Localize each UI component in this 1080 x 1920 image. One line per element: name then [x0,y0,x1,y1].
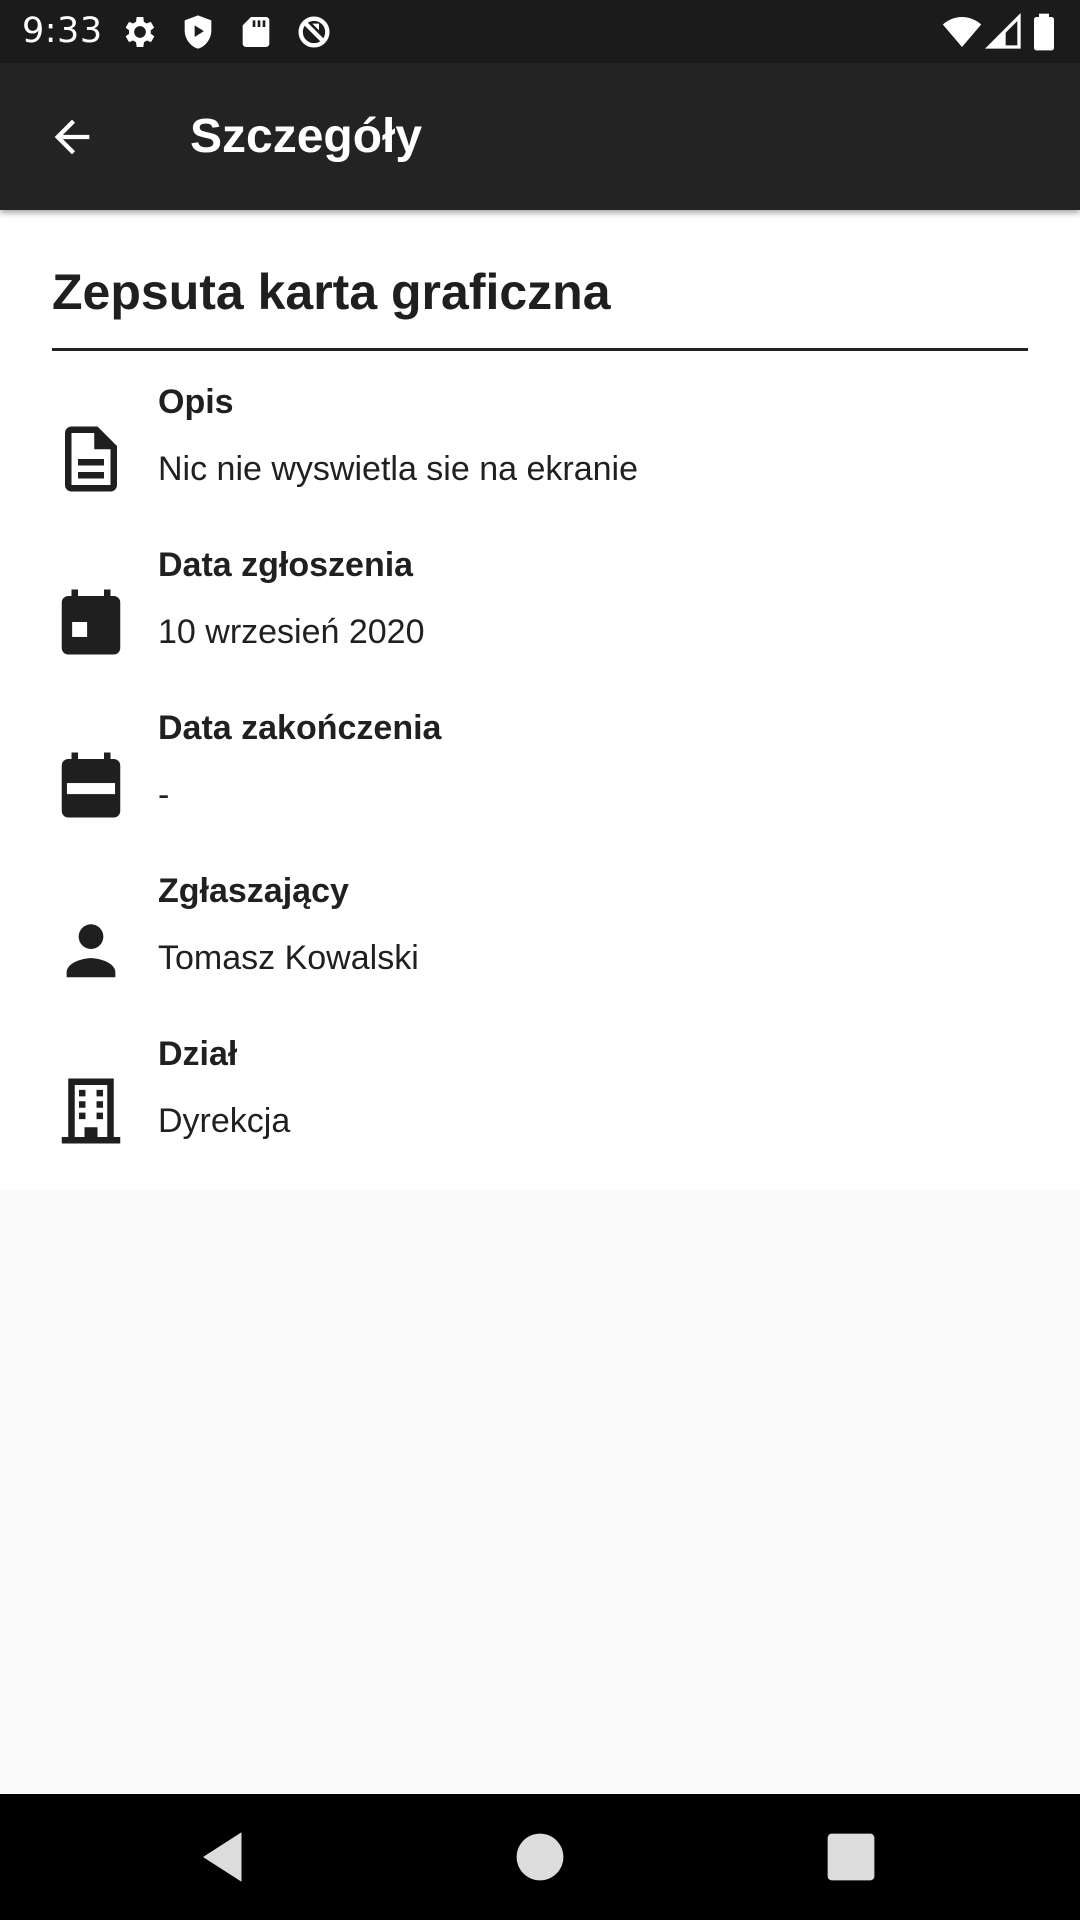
arrow-back-icon [54,119,90,155]
nav-recents-button[interactable] [818,1824,884,1890]
detail-value: Dyrekcja [158,1102,291,1140]
detail-value: 10 wrzesień 2020 [158,613,425,651]
detail-row-report-date: Data zgłoszenia 10 wrzesień 2020 [0,543,1080,693]
wifi-icon [942,12,982,52]
building-icon [52,1072,130,1150]
title-divider [52,348,1028,351]
recents-square-icon [827,1833,875,1881]
person-icon [52,909,130,987]
calendar-event-icon [52,583,130,661]
app-bar: Szczegóły [0,63,1080,210]
detail-row-end-date: Data zakończenia - [0,706,1080,856]
detail-label: Data zgłoszenia [158,546,414,584]
ticket-details-card: Zepsuta karta graficzna Opis Nic nie wys… [0,210,1080,1190]
detail-label: Dział [158,1035,238,1073]
document-icon [52,420,130,498]
detail-value: Tomasz Kowalski [158,939,419,977]
gear-icon [120,12,160,52]
battery-icon [1028,12,1060,52]
back-button[interactable] [34,99,110,175]
back-triangle-icon [203,1832,242,1882]
page-title: Szczegóły [190,110,423,163]
home-circle-icon [516,1833,564,1881]
status-bar: 9:33 [0,0,1080,63]
cellular-signal-icon [984,12,1024,52]
detail-value: - [158,776,170,814]
detail-label: Data zakończenia [158,709,442,747]
sd-card-icon [236,12,276,52]
detail-label: Opis [158,383,234,421]
nav-home-button[interactable] [507,1824,573,1890]
no-sync-icon [294,12,334,52]
shield-play-icon [178,12,218,52]
status-time: 9:33 [22,11,103,51]
system-navigation-bar [0,1794,1080,1920]
detail-row-reporter: Zgłaszający Tomasz Kowalski [0,869,1080,1019]
detail-row-description: Opis Nic nie wyswietla sie na ekranie [0,380,1080,530]
detail-row-department: Dział Dyrekcja [0,1032,1080,1182]
detail-label: Zgłaszający [158,872,349,910]
calendar-range-icon [52,746,130,824]
nav-back-button[interactable] [192,1824,258,1890]
detail-value: Nic nie wyswietla sie na ekranie [158,450,638,488]
ticket-title: Zepsuta karta graficzna [52,264,611,320]
